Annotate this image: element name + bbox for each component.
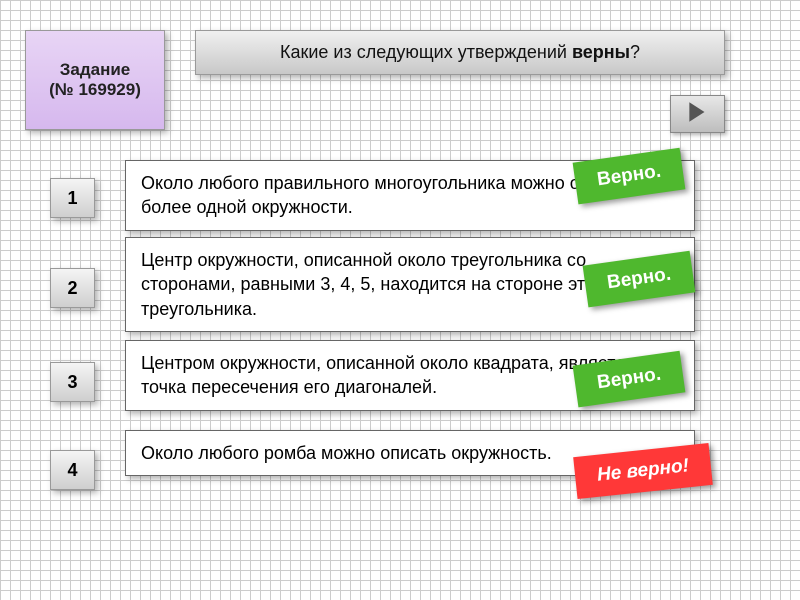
- next-button[interactable]: [670, 95, 725, 133]
- task-title-box: Задание (№ 169929): [25, 30, 165, 130]
- option-number: 2: [67, 278, 77, 299]
- play-forward-icon: [685, 99, 711, 130]
- option-number: 3: [67, 372, 77, 393]
- option-number: 4: [67, 460, 77, 481]
- statement-text: Около любого ромба можно описать окружно…: [141, 443, 552, 463]
- question-text: Какие из следующих утверждений верны?: [280, 42, 640, 63]
- question-bar: Какие из следующих утверждений верны?: [195, 30, 725, 75]
- option-button-3[interactable]: 3: [50, 362, 95, 402]
- statement-text: Центр окружности, описанной около треуго…: [141, 250, 611, 319]
- option-button-4[interactable]: 4: [50, 450, 95, 490]
- task-number: (№ 169929): [49, 80, 141, 100]
- option-button-1[interactable]: 1: [50, 178, 95, 218]
- statement-text: Центром окружности, описанной около квад…: [141, 353, 634, 397]
- option-number: 1: [67, 188, 77, 209]
- task-label: Задание: [60, 60, 131, 80]
- option-button-2[interactable]: 2: [50, 268, 95, 308]
